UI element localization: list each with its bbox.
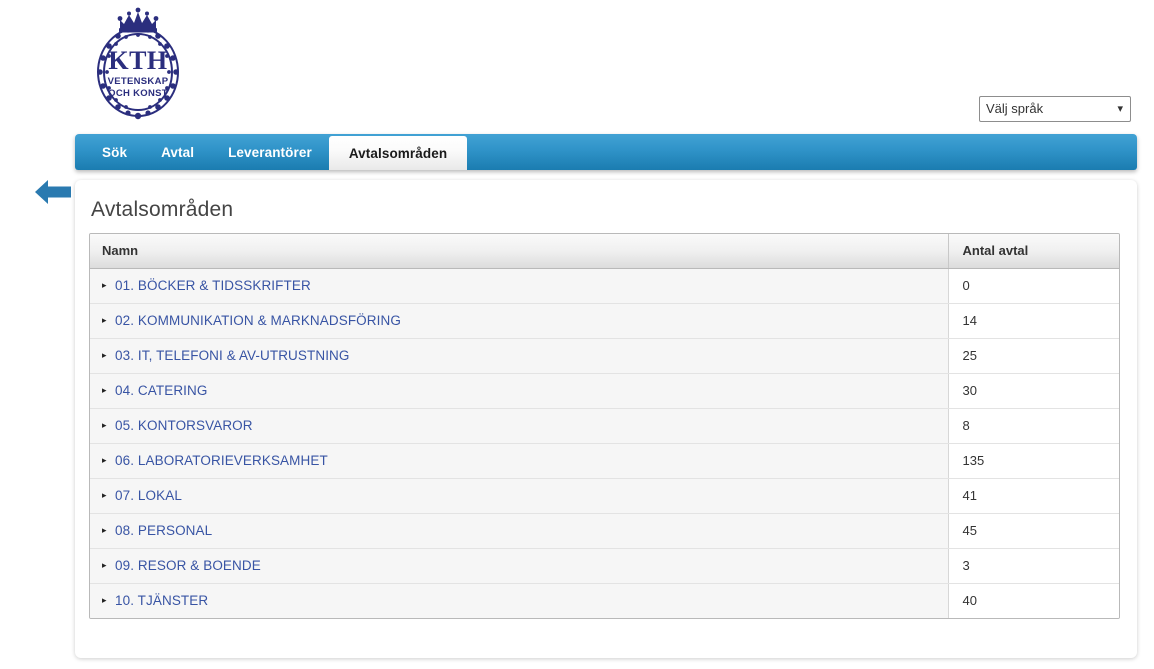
column-header-namn[interactable]: Namn xyxy=(90,234,948,269)
cell-name: ▸ 05. KONTORSVAROR xyxy=(90,408,948,444)
table-row[interactable]: ▸ 06. LABORATORIEVERKSAMHET 135 xyxy=(90,443,1119,479)
logo-wordmark: KTH xyxy=(108,46,167,75)
table-row[interactable]: ▸ 07. LOKAL 41 xyxy=(90,478,1119,514)
expand-triangle-icon[interactable]: ▸ xyxy=(102,456,115,465)
content-panel: Avtalsområden Namn Antal avtal ▸ 01. BÖCK… xyxy=(75,180,1137,658)
main-navigation-bar: Sök Avtal Leverantörer Avtalsområden xyxy=(75,134,1137,170)
cell-contract-count: 8 xyxy=(947,408,1119,444)
contract-area-link[interactable]: 10. TJÄNSTER xyxy=(115,593,208,608)
expand-triangle-icon[interactable]: ▸ xyxy=(102,316,115,325)
nav-tab-avtalsomraden[interactable]: Avtalsområden xyxy=(328,136,468,170)
expand-triangle-icon[interactable]: ▸ xyxy=(102,281,115,290)
table-row[interactable]: ▸ 08. PERSONAL 45 xyxy=(90,513,1119,549)
page-root: KTH VETENSKAP OCH KONST Välj språk ▾ Sök… xyxy=(0,0,1154,669)
nav-tab-avtal[interactable]: Avtal xyxy=(144,134,211,170)
table-row[interactable]: ▸ 01. BÖCKER & TIDSSKRIFTER 0 xyxy=(90,268,1119,304)
cell-name: ▸ 10. TJÄNSTER xyxy=(90,583,948,618)
nav-tab-list: Sök Avtal Leverantörer Avtalsområden xyxy=(75,134,468,170)
language-select[interactable]: Välj språk ▾ xyxy=(979,96,1131,122)
contract-area-link[interactable]: 09. RESOR & BOENDE xyxy=(115,558,261,573)
logo-motto-line-2: OCH KONST xyxy=(108,88,168,99)
cell-name: ▸ 09. RESOR & BOENDE xyxy=(90,548,948,584)
cell-name: ▸ 03. IT, TELEFONI & AV-UTRUSTNING xyxy=(90,338,948,374)
chevron-down-icon: ▾ xyxy=(1117,103,1123,115)
cell-name: ▸ 02. KOMMUNIKATION & MARKNADSFÖRING xyxy=(90,303,948,339)
table-row[interactable]: ▸ 05. KONTORSVAROR 8 xyxy=(90,408,1119,444)
expand-triangle-icon[interactable]: ▸ xyxy=(102,351,115,360)
table-row[interactable]: ▸ 02. KOMMUNIKATION & MARKNADSFÖRING 14 xyxy=(90,303,1119,339)
cell-contract-count: 25 xyxy=(947,338,1119,374)
column-header-antal-avtal[interactable]: Antal avtal xyxy=(947,234,1119,269)
expand-triangle-icon[interactable]: ▸ xyxy=(102,526,115,535)
site-header: KTH VETENSKAP OCH KONST Välj språk ▾ xyxy=(0,0,1154,130)
table-header-row: Namn Antal avtal xyxy=(90,234,1119,269)
logo-motto-line-1: VETENSKAP xyxy=(108,76,169,87)
cell-contract-count: 30 xyxy=(947,373,1119,409)
table-body: ▸ 01. BÖCKER & TIDSSKRIFTER 0 ▸ 02. KOMMUNIK… xyxy=(90,268,1119,618)
contract-area-link[interactable]: 03. IT, TELEFONI & AV-UTRUSTNING xyxy=(115,348,350,363)
back-arrow-icon[interactable] xyxy=(33,176,73,208)
contract-area-link[interactable]: 07. LOKAL xyxy=(115,488,182,503)
cell-contract-count: 135 xyxy=(947,443,1119,479)
cell-contract-count: 41 xyxy=(947,478,1119,514)
contract-area-link[interactable]: 08. PERSONAL xyxy=(115,523,212,538)
table-row[interactable]: ▸ 09. RESOR & BOENDE 3 xyxy=(90,548,1119,584)
contract-area-link[interactable]: 04. CATERING xyxy=(115,383,207,398)
expand-triangle-icon[interactable]: ▸ xyxy=(102,491,115,500)
cell-contract-count: 14 xyxy=(947,303,1119,339)
language-selector-wrap: Välj språk ▾ xyxy=(979,96,1131,122)
language-select-value: Välj språk xyxy=(986,101,1044,116)
cell-contract-count: 45 xyxy=(947,513,1119,549)
cell-name: ▸ 06. LABORATORIEVERKSAMHET xyxy=(90,443,948,479)
nav-tab-sok[interactable]: Sök xyxy=(85,134,144,170)
table-row[interactable]: ▸ 10. TJÄNSTER 40 xyxy=(90,583,1119,618)
expand-triangle-icon[interactable]: ▸ xyxy=(102,421,115,430)
expand-triangle-icon[interactable]: ▸ xyxy=(102,561,115,570)
contract-areas-table: Namn Antal avtal ▸ 01. BÖCKER & TIDSSKRIF… xyxy=(90,234,1119,618)
table-header: Namn Antal avtal xyxy=(90,234,1119,269)
contract-area-link[interactable]: 05. KONTORSVAROR xyxy=(115,418,253,433)
cell-name: ▸ 07. LOKAL xyxy=(90,478,948,514)
expand-triangle-icon[interactable]: ▸ xyxy=(102,596,115,605)
page-title: Avtalsområden xyxy=(91,198,234,221)
cell-name: ▸ 04. CATERING xyxy=(90,373,948,409)
cell-contract-count: 0 xyxy=(947,268,1119,304)
contract-areas-table-wrap: Namn Antal avtal ▸ 01. BÖCKER & TIDSSKRIF… xyxy=(89,233,1120,619)
cell-name: ▸ 08. PERSONAL xyxy=(90,513,948,549)
expand-triangle-icon[interactable]: ▸ xyxy=(102,386,115,395)
table-row[interactable]: ▸ 04. CATERING 30 xyxy=(90,373,1119,409)
nav-tab-leverantorer[interactable]: Leverantörer xyxy=(211,134,329,170)
cell-contract-count: 40 xyxy=(947,583,1119,618)
table-row[interactable]: ▸ 03. IT, TELEFONI & AV-UTRUSTNING 25 xyxy=(90,338,1119,374)
contract-area-link[interactable]: 02. KOMMUNIKATION & MARKNADSFÖRING xyxy=(115,313,401,328)
kth-logo: KTH VETENSKAP OCH KONST xyxy=(84,6,192,124)
cell-contract-count: 3 xyxy=(947,548,1119,584)
cell-name: ▸ 01. BÖCKER & TIDSSKRIFTER xyxy=(90,268,948,304)
contract-area-link[interactable]: 06. LABORATORIEVERKSAMHET xyxy=(115,453,328,468)
contract-area-link[interactable]: 01. BÖCKER & TIDSSKRIFTER xyxy=(115,278,311,293)
